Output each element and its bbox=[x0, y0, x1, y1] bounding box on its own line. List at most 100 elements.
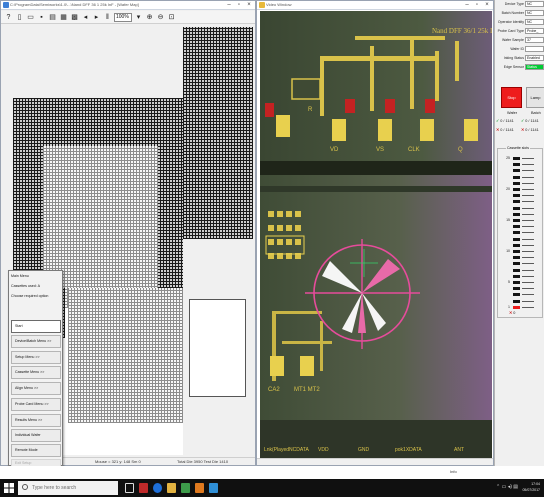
cassette-slot[interactable] bbox=[513, 169, 520, 173]
task-view-icon[interactable] bbox=[125, 483, 134, 493]
video-maximize-icon[interactable]: ▫ bbox=[473, 1, 481, 9]
cassette-slot[interactable] bbox=[513, 194, 520, 198]
zoom-out-icon[interactable]: ⊖ bbox=[156, 13, 165, 22]
cassette-slot[interactable] bbox=[513, 231, 520, 235]
cassette-slot[interactable] bbox=[513, 188, 520, 191]
cassette-slot[interactable] bbox=[513, 175, 520, 179]
individual-wafer-button[interactable]: Individual Wafer bbox=[11, 429, 61, 442]
cassette-slot[interactable] bbox=[513, 299, 520, 303]
app-taskbar-icon[interactable] bbox=[139, 483, 148, 493]
wafer-overview-map[interactable] bbox=[183, 27, 253, 239]
cassette-slot[interactable] bbox=[513, 293, 520, 297]
start-button[interactable]: Start bbox=[11, 320, 61, 333]
pause-icon[interactable]: ‖ bbox=[103, 13, 112, 22]
cassette-slot[interactable] bbox=[513, 237, 520, 241]
wafer-map-statusbar: Mouse = 321 y: 148 Sm 0 Total Die 3950 T… bbox=[61, 457, 255, 465]
edge-browser-icon[interactable] bbox=[153, 483, 162, 493]
device-batch-menu-button[interactable]: Device/Batch Menu >> bbox=[11, 335, 61, 348]
windows-start-icon[interactable] bbox=[4, 483, 14, 493]
device-type-field[interactable]: NC bbox=[525, 1, 544, 7]
open-folder-icon[interactable]: ▭ bbox=[26, 13, 35, 22]
cassette-slots-group: Cassette slots 25 20 15 10 5 1 bbox=[497, 146, 543, 318]
results-menu-button[interactable]: Results Menu >> bbox=[11, 414, 61, 427]
cassette-slot-line bbox=[522, 300, 534, 302]
clock-date: 05/07/2017 bbox=[522, 488, 540, 492]
cassette-slot[interactable] bbox=[513, 163, 520, 167]
next-icon[interactable]: ▸ bbox=[92, 13, 101, 22]
zoom-in-icon[interactable]: ⊕ bbox=[145, 13, 154, 22]
prev-icon[interactable]: ◂ bbox=[81, 13, 90, 22]
maximize-icon[interactable]: ▫ bbox=[235, 1, 243, 9]
video-window-titlebar[interactable]: Video Window – ▫ × bbox=[257, 1, 493, 10]
probe-card-menu-button[interactable]: Probe Card Menu >> bbox=[11, 398, 61, 411]
paint-icon[interactable] bbox=[195, 483, 204, 493]
cassette-slot[interactable] bbox=[513, 256, 520, 260]
close-icon[interactable]: × bbox=[245, 1, 253, 9]
cassette-slot[interactable] bbox=[513, 200, 520, 204]
video-close-icon[interactable]: × bbox=[483, 1, 491, 9]
video-minimize-icon[interactable]: – bbox=[463, 1, 471, 9]
pad-label-ca2: CA2 bbox=[268, 387, 280, 393]
map-icon[interactable]: ▦ bbox=[59, 13, 68, 22]
edge-sensor-field: Status bbox=[525, 64, 544, 70]
file-explorer-icon[interactable] bbox=[167, 483, 176, 493]
wafer-map-window-title: C:\ProgramData\Semiworks\1.0\...\Nand DF… bbox=[10, 2, 139, 7]
pass-check-icon: ✓ bbox=[496, 119, 500, 123]
cassette-slot[interactable] bbox=[513, 206, 520, 210]
zoom-dropdown-icon[interactable]: ▾ bbox=[134, 13, 143, 22]
tool-icon[interactable] bbox=[209, 483, 218, 493]
cassette-slot[interactable] bbox=[513, 305, 520, 309]
cassette-slot-line bbox=[522, 238, 534, 240]
batch-pass-counter: ✓ 0 / 1141 bbox=[521, 119, 539, 123]
lamp-button[interactable]: Lamp bbox=[526, 87, 544, 108]
pad-label-vs: VS bbox=[376, 147, 384, 153]
wafer-id-field[interactable] bbox=[525, 46, 544, 52]
bottom-text-pok: pok1XDATA bbox=[395, 447, 422, 453]
print-icon[interactable]: ▤ bbox=[48, 13, 57, 22]
choose-option-text: Choose required option bbox=[11, 294, 49, 298]
camera-view[interactable]: Nand DFF 36/1 25k InF R VD VS CLK Q bbox=[260, 11, 492, 458]
slot-number-15: 15 bbox=[506, 218, 510, 222]
align-menu-button[interactable]: Align Menu >> bbox=[11, 382, 61, 395]
probe-card-type-field[interactable]: Probe_ bbox=[525, 28, 544, 34]
inking-status-field[interactable]: Enabled bbox=[525, 55, 544, 61]
batch-number-field[interactable]: NC bbox=[525, 10, 544, 16]
minimize-icon[interactable]: – bbox=[225, 1, 233, 9]
new-file-icon[interactable]: ▯ bbox=[15, 13, 24, 22]
cassette-slot[interactable] bbox=[513, 274, 520, 278]
cassette-slot[interactable] bbox=[513, 225, 520, 229]
app-icon bbox=[3, 2, 9, 8]
system-tray-icons[interactable]: ⌃ ▭ ◂) ▤ bbox=[496, 484, 518, 490]
stop-button[interactable]: Stop bbox=[501, 87, 522, 108]
video-app-icon bbox=[259, 2, 265, 8]
zoom-select[interactable]: 100% bbox=[114, 12, 132, 22]
cassette-slot[interactable] bbox=[513, 250, 520, 253]
taskbar-search-input[interactable]: Type here to search bbox=[18, 481, 118, 495]
info-strip: Info bbox=[0, 466, 544, 479]
help-icon[interactable]: ? bbox=[4, 13, 13, 22]
store-icon[interactable] bbox=[181, 483, 190, 493]
video-window: Video Window – ▫ × Nand DFF 36/1 25k I R… bbox=[256, 0, 494, 466]
remote-mode-button[interactable]: Remote Mode bbox=[11, 444, 61, 457]
setup-menu-button[interactable]: Setup Menu >> bbox=[11, 351, 61, 364]
clock[interactable]: 17:04 05/07/2017 bbox=[522, 481, 540, 493]
cassette-slot[interactable] bbox=[513, 262, 520, 266]
cassette-slot[interactable] bbox=[513, 212, 520, 216]
cassette-slot-line bbox=[522, 251, 534, 252]
save-icon[interactable]: ▪ bbox=[37, 13, 46, 22]
cassette-slot[interactable] bbox=[513, 157, 520, 160]
cassette-slot[interactable] bbox=[513, 268, 520, 272]
chip-pad-label-r: R bbox=[308, 107, 313, 113]
cassette-slot[interactable] bbox=[513, 287, 520, 291]
wafer-sample-field[interactable]: 37 bbox=[525, 37, 544, 43]
wafer-header: Wafer bbox=[507, 111, 517, 115]
operator-identity-field[interactable]: NC bbox=[525, 19, 544, 25]
cassette-slot[interactable] bbox=[513, 243, 520, 247]
grid-icon[interactable]: ▩ bbox=[70, 13, 79, 22]
cassette-slot[interactable] bbox=[513, 281, 520, 284]
cassette-menu-button[interactable]: Cassette Menu >> bbox=[11, 366, 61, 379]
zoom-fit-icon[interactable]: ⊡ bbox=[167, 13, 176, 22]
cassette-slot[interactable] bbox=[513, 181, 520, 185]
cassette-slot[interactable] bbox=[513, 219, 520, 222]
wafer-map-titlebar[interactable]: C:\ProgramData\Semiworks\1.0\...\Nand DF… bbox=[1, 1, 255, 10]
